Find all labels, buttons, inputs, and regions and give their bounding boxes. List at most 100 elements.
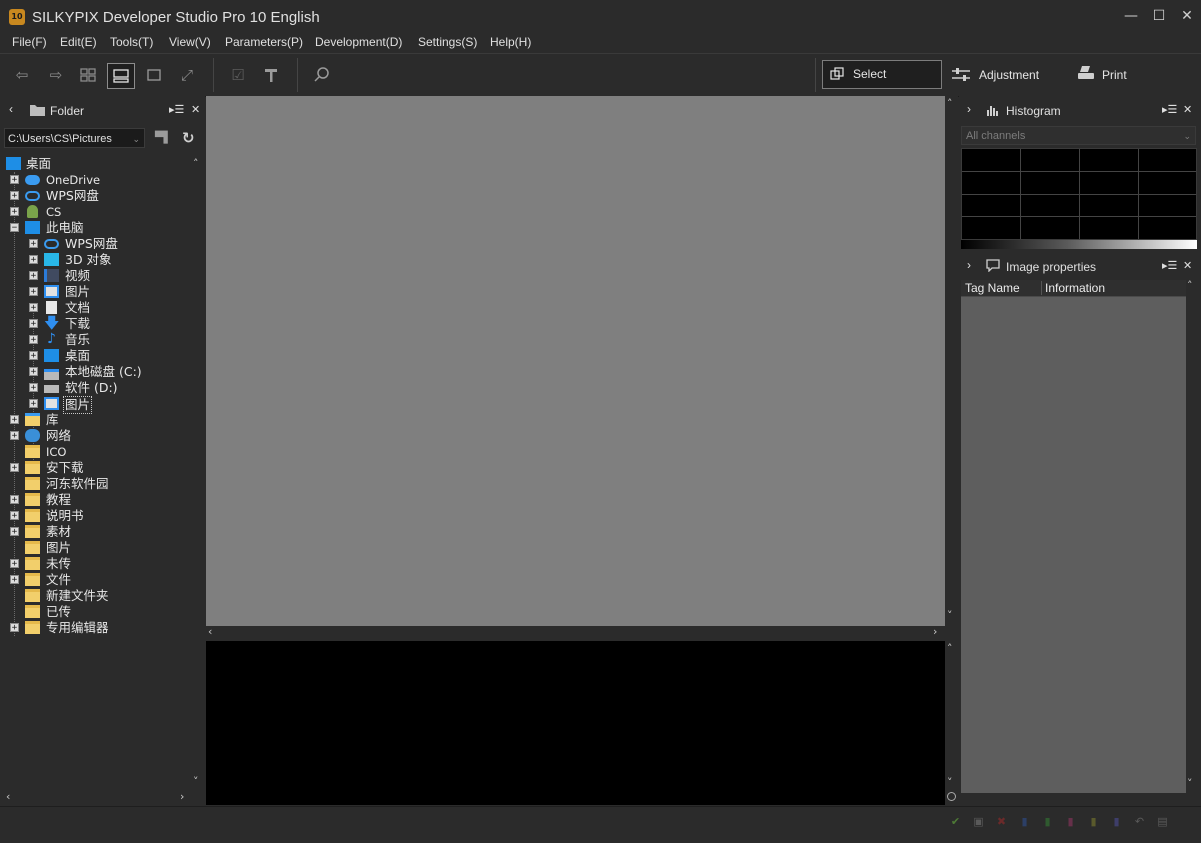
reject-icon[interactable]: ✖ (995, 815, 1008, 828)
scroll-down-icon[interactable]: ˅ (947, 610, 953, 622)
column-information[interactable]: Information (1045, 280, 1105, 296)
printer-icon (1078, 66, 1094, 79)
panel-close-icon[interactable]: ✕ (1183, 259, 1192, 272)
check-icon[interactable]: ✔ (949, 815, 962, 828)
forward-arrow-icon[interactable]: ⇨ (43, 63, 69, 87)
scroll-up-icon[interactable]: ˄ (947, 98, 953, 110)
channel-select[interactable]: All channels ⌄ (961, 126, 1196, 145)
layers-icon[interactable]: ▣ (972, 815, 985, 828)
scroll-left-icon[interactable]: ‹ (6, 791, 10, 803)
preview-thumbnail-layout-icon[interactable] (107, 63, 135, 89)
expand-icon[interactable]: + (10, 527, 19, 537)
folder-panel: ‹ Folder ▸☰ ✕ C:\Users\CS\Pictures ⌄ ▀▌ … (0, 96, 205, 805)
expand-icon[interactable]: + (29, 335, 38, 345)
panel-close-icon[interactable]: ✕ (191, 103, 200, 116)
expand-icon[interactable]: + (10, 495, 19, 505)
menu-file[interactable]: File(F) (12, 35, 47, 49)
panel-menu-icon[interactable]: ▸☰ (1162, 103, 1177, 116)
menu-view[interactable]: View(V) (169, 35, 211, 49)
select-mode-icon (830, 67, 844, 80)
menu-settings[interactable]: Settings(S) (418, 35, 477, 49)
properties-scrollbar[interactable]: ˄ ˅ (1187, 280, 1197, 793)
tag-blue-icon[interactable]: ▮ (1018, 815, 1031, 828)
expand-icon[interactable]: + (29, 399, 38, 409)
menu-edit[interactable]: Edit(E) (60, 35, 97, 49)
app-logo-icon: 10 (9, 9, 25, 25)
image-preview-area[interactable] (206, 96, 945, 626)
scroll-up-icon[interactable]: ˄ (947, 643, 953, 655)
tag-green-icon[interactable]: ▮ (1041, 815, 1054, 828)
menu-tools[interactable]: Tools(T) (110, 35, 153, 49)
expand-icon[interactable]: + (10, 431, 19, 441)
check-mark-icon[interactable]: ☑ (225, 63, 251, 87)
folder-path-dropdown[interactable]: C:\Users\CS\Pictures ⌄ (4, 128, 145, 148)
folder-icon (25, 509, 40, 522)
collapse-icon[interactable]: − (10, 223, 19, 233)
column-tag-name[interactable]: Tag Name (965, 280, 1020, 296)
panel-menu-icon[interactable]: ▸☰ (169, 103, 184, 116)
collapse-left-icon[interactable]: ‹ (9, 102, 13, 116)
menu-help[interactable]: Help(H) (490, 35, 531, 49)
scroll-down-icon[interactable]: ˅ (193, 776, 199, 788)
panel-close-icon[interactable]: ✕ (1183, 103, 1192, 116)
window-title: SILKYPIX Developer Studio Pro 10 English (32, 9, 320, 26)
scroll-down-icon[interactable]: ˅ (947, 777, 953, 789)
expand-icon[interactable]: + (10, 511, 19, 521)
expand-icon[interactable]: + (29, 303, 38, 313)
refresh-icon[interactable]: ↻ (182, 129, 195, 147)
expand-right-icon[interactable]: › (967, 102, 971, 116)
preview-vertical-scrollbar[interactable]: ˄ ˅ (945, 96, 958, 626)
preview-horizontal-scrollbar[interactable]: ‹ › (206, 626, 945, 639)
expand-icon[interactable]: + (29, 239, 38, 249)
expand-icon[interactable]: + (10, 623, 19, 633)
folder-flag-icon[interactable]: ▀▌ (155, 131, 172, 144)
menu-development[interactable]: Development(D) (315, 35, 402, 49)
expand-icon[interactable]: + (29, 319, 38, 329)
tag-yellow-icon[interactable]: ▮ (1087, 815, 1100, 828)
expand-icon[interactable]: + (10, 463, 19, 473)
zoom-fit-icon[interactable] (947, 792, 956, 801)
close-button[interactable]: ✕ (1172, 4, 1201, 28)
scroll-left-icon[interactable]: ‹ (208, 626, 212, 638)
thumbnail-strip[interactable] (206, 641, 945, 805)
expand-icon[interactable]: + (10, 559, 19, 569)
hammer-tool-icon[interactable] (258, 63, 284, 87)
scroll-up-icon[interactable]: ˄ (193, 158, 199, 170)
scroll-right-icon[interactable]: › (933, 626, 937, 638)
minimize-button[interactable]: — (1116, 4, 1146, 28)
thumbnail-grid-icon[interactable] (75, 63, 101, 87)
expand-icon[interactable]: + (10, 575, 19, 585)
fullscreen-icon[interactable]: ⤢ (174, 63, 200, 87)
status-bar: ✔ ▣ ✖ ▮ ▮ ▮ ▮ ▮ ↶ ▤ (0, 806, 1201, 843)
expand-icon[interactable]: + (10, 415, 19, 425)
tag-red-icon[interactable]: ▮ (1064, 815, 1077, 828)
expand-icon[interactable]: + (10, 175, 19, 185)
histogram-graph (961, 148, 1197, 240)
lock-icon[interactable]: ▤ (1156, 815, 1169, 828)
panel-menu-icon[interactable]: ▸☰ (1162, 259, 1177, 272)
single-preview-icon[interactable] (141, 63, 167, 87)
expand-icon[interactable]: + (10, 191, 19, 201)
mode-adjustment-button[interactable]: Adjustment (952, 66, 1052, 86)
folder-icon (25, 541, 40, 554)
expand-right-icon[interactable]: › (967, 258, 971, 272)
expand-icon[interactable]: + (10, 207, 19, 217)
menu-parameters[interactable]: Parameters(P) (225, 35, 303, 49)
undo-icon[interactable]: ↶ (1133, 815, 1146, 828)
maximize-button[interactable]: ☐ (1144, 4, 1174, 28)
scroll-right-icon[interactable]: › (180, 791, 184, 803)
back-arrow-icon[interactable]: ⇦ (9, 63, 35, 87)
mode-print-button[interactable]: Print (1077, 64, 1147, 86)
expand-icon[interactable]: + (29, 255, 38, 265)
scroll-down-icon[interactable]: ˅ (1187, 778, 1193, 790)
expand-icon[interactable]: + (29, 383, 38, 393)
search-zoom-icon[interactable] (309, 63, 335, 87)
expand-icon[interactable]: + (29, 351, 38, 361)
scroll-up-icon[interactable]: ˄ (1187, 280, 1193, 292)
expand-icon[interactable]: + (29, 287, 38, 297)
thumbnail-scrollbar[interactable]: ˄ ˅ (945, 641, 958, 805)
expand-icon[interactable]: + (29, 271, 38, 281)
expand-icon[interactable]: + (29, 367, 38, 377)
tag-purple-icon[interactable]: ▮ (1110, 815, 1123, 828)
mode-select-button[interactable]: Select (822, 60, 942, 89)
